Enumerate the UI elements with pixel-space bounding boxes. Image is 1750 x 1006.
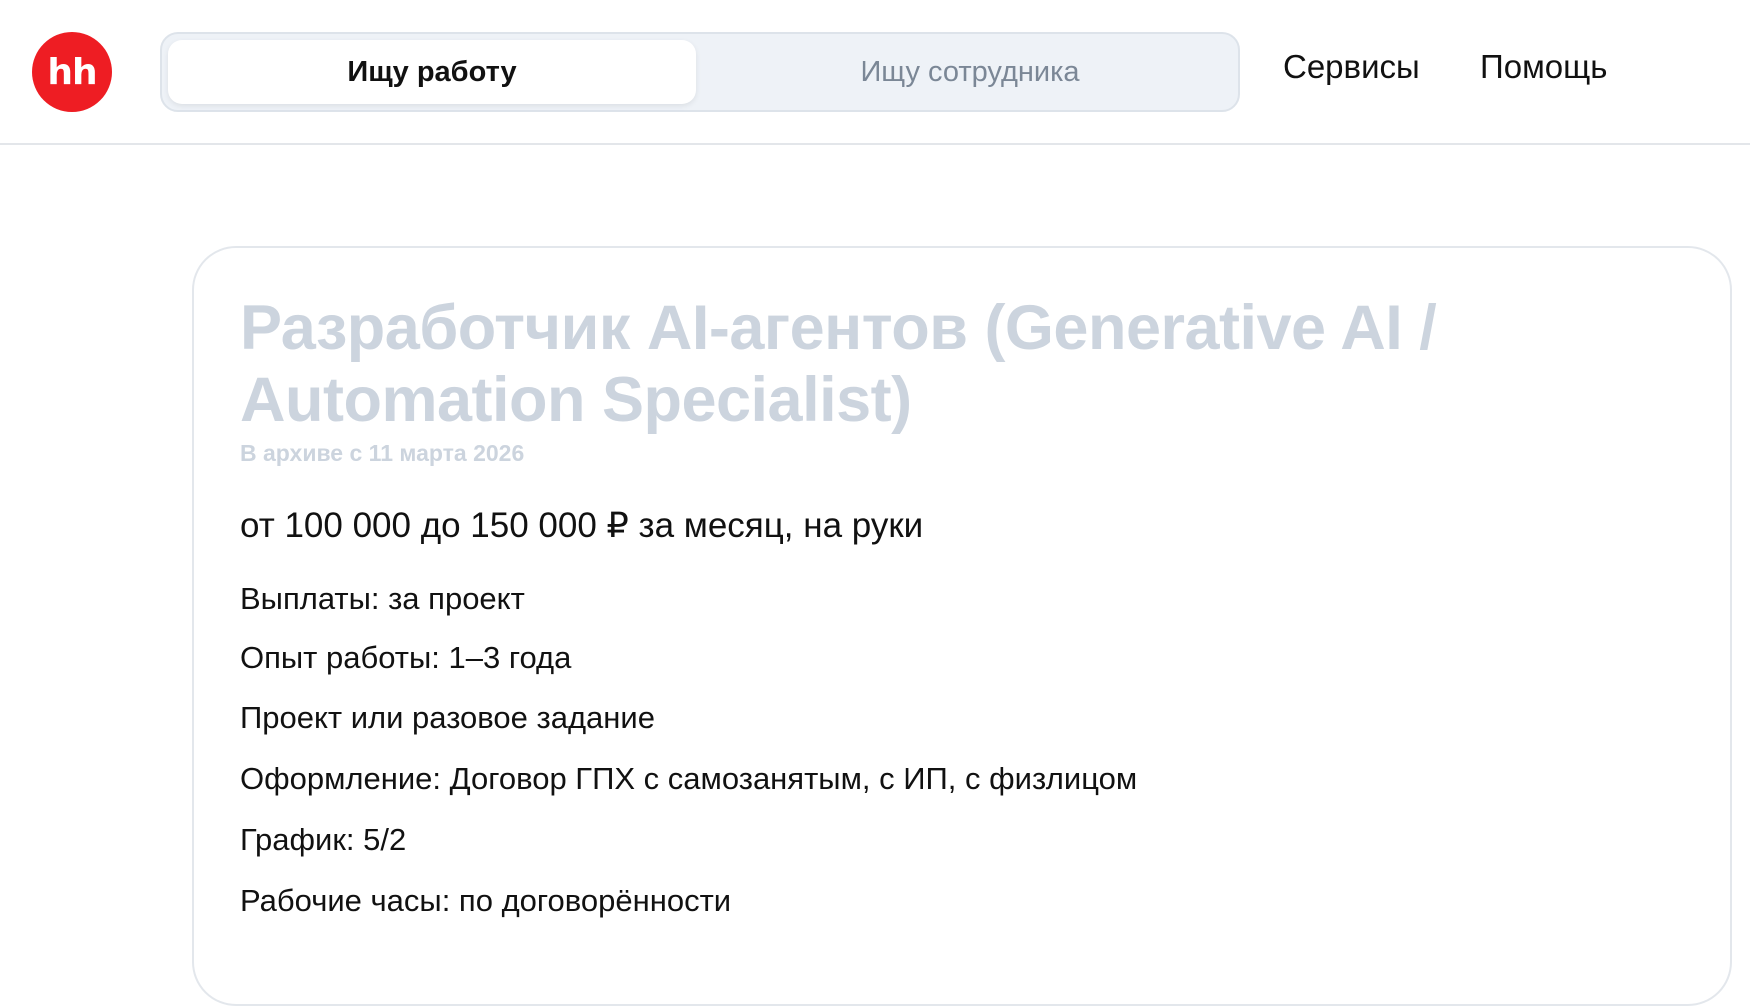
site-header: hh Ищу работу Ищу сотрудника Сервисы Пом… (0, 0, 1750, 145)
detail-experience: Опыт работы: 1–3 года (240, 640, 572, 675)
detail-employment-type: Проект или разовое задание (240, 700, 655, 735)
archived-status: В архиве с 11 марта 2026 (240, 440, 525, 466)
detail-working-hours: Рабочие часы: по договорённости (240, 883, 732, 918)
detail-payments: Выплаты: за проект (240, 581, 525, 616)
detail-contract: Оформление: Договор ГПХ с самозанятым, с… (240, 761, 1138, 796)
hh-logo[interactable]: hh (32, 32, 112, 112)
nav-services-link[interactable]: Сервисы (1283, 48, 1420, 86)
detail-schedule: График: 5/2 (240, 822, 407, 857)
vacancy-card: Разработчик AI-агентов (Generative AI / … (192, 246, 1732, 1006)
role-switcher: Ищу работу Ищу сотрудника (160, 32, 1240, 112)
vacancy-title: Разработчик AI-агентов (Generative AI / … (240, 293, 1437, 435)
vacancy-salary: от 100 000 до 150 000 ₽ за месяц, на рук… (240, 506, 924, 545)
nav-help-link[interactable]: Помощь (1480, 48, 1607, 86)
tab-employer[interactable]: Ищу сотрудника (710, 40, 1230, 104)
tab-job-seeker[interactable]: Ищу работу (168, 40, 696, 104)
